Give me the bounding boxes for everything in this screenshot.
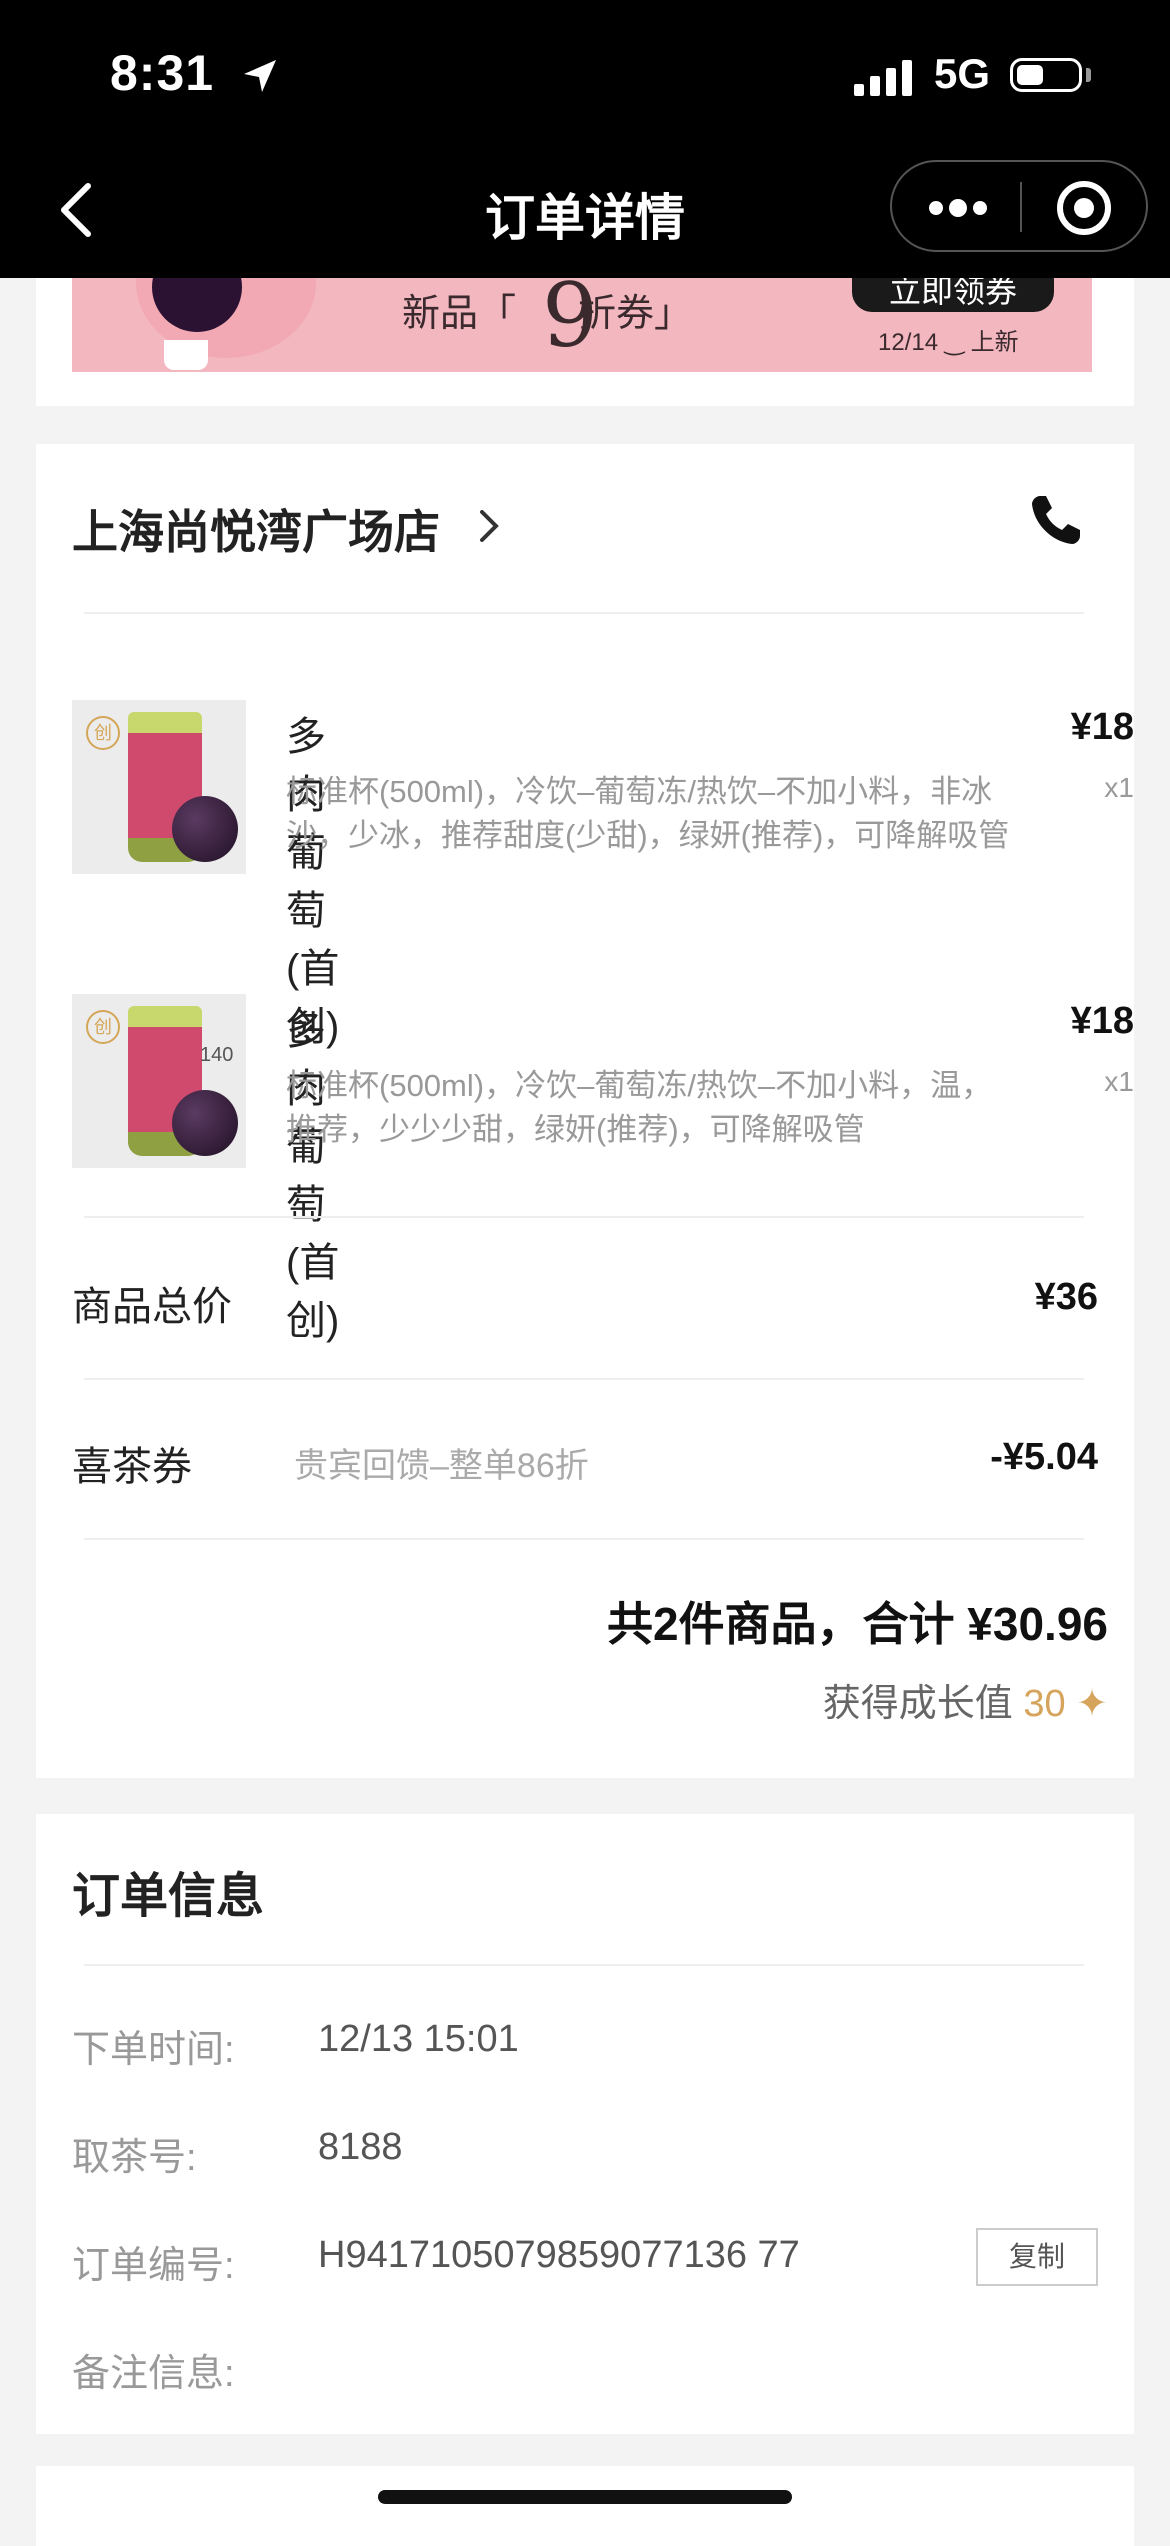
note-label: 备注信息:: [72, 2353, 235, 2395]
order-info-card: 订单信息 下单时间: 12/13 15:01 取茶号: 8188 订单编号: H…: [36, 1814, 1134, 2434]
divider: [84, 612, 1084, 614]
more-options-button[interactable]: [892, 162, 1020, 250]
store-name[interactable]: 上海尚悦湾广场店: [72, 496, 440, 562]
battery-icon: [1010, 58, 1082, 92]
phone-icon[interactable]: [1026, 490, 1086, 550]
battery-level: [1017, 65, 1043, 85]
divider: [84, 1538, 1084, 1540]
pickup-number-label: 取茶号:: [72, 2137, 197, 2179]
divider: [84, 1964, 1084, 1966]
growth-value: 30: [1023, 1683, 1066, 1725]
mini-program-capsule: [890, 160, 1148, 252]
copy-button[interactable]: 复制: [976, 2228, 1098, 2286]
home-indicator[interactable]: [378, 2490, 792, 2504]
status-time: 8:31: [110, 45, 215, 101]
grapes-image: [172, 1090, 238, 1156]
network-type: 5G: [934, 50, 991, 97]
growth-points: 获得成长值 30 ✦: [823, 1672, 1108, 1727]
next-card: [36, 2466, 1134, 2546]
coupon-label: 喜茶券: [72, 1445, 192, 1489]
pickup-number-value: 8188: [318, 2126, 403, 2168]
item-quantity: x1: [1104, 772, 1134, 803]
item-quantity: x1: [1104, 1066, 1134, 1097]
order-number-value: H9417105079859077136 77: [318, 2234, 800, 2276]
calorie-label: 140: [200, 1044, 234, 1066]
banner-date: 12/14 ‿ 上新: [878, 329, 1019, 356]
battery-cap: [1086, 68, 1091, 82]
divider: [84, 1216, 1084, 1218]
order-number-label: 订单编号:: [72, 2245, 235, 2287]
section-title: 订单信息: [72, 1870, 265, 1923]
coupon-value: -¥5.04: [990, 1436, 1098, 1478]
product-image: 创: [72, 700, 246, 874]
item-price: ¥18: [1070, 706, 1134, 748]
signal-icon: [854, 60, 912, 96]
item-price: ¥18: [1070, 1000, 1134, 1042]
order-total: 共2件商品，合计 ¥30.96: [606, 1598, 1108, 1650]
mascot-tooth: [164, 340, 208, 370]
promo-banner[interactable]: 新品「 折券」 9 立即领券 12/14 ‿ 上新: [72, 278, 1092, 372]
coupon-description: 贵宾回馈–整单86折: [294, 1447, 589, 1485]
location-arrow-icon: [244, 60, 276, 92]
subtotal-value: ¥36: [1034, 1276, 1098, 1318]
original-badge: 创: [86, 1010, 120, 1044]
subtotal-label: 商品总价: [72, 1285, 232, 1329]
sparkle-icon: ✦: [1076, 1683, 1108, 1725]
order-card: 上海尚悦湾广场店 创 多肉葡萄(首创) 标准杯(500ml)，冷饮–葡萄冻/热饮…: [36, 444, 1134, 1778]
claim-coupon-button[interactable]: 立即领券: [852, 278, 1054, 312]
close-mini-program-button[interactable]: [1022, 162, 1146, 250]
original-badge: 创: [86, 716, 120, 750]
grapes-image: [172, 796, 238, 862]
top-bar: 8:31 5G 订单详情: [0, 0, 1170, 278]
item-spec: 标准杯(500ml)，冷饮–葡萄冻/热饮–不加小料，非冰沙，少冰，推荐甜度(少甜…: [286, 774, 1010, 853]
divider: [84, 1378, 1084, 1380]
item-spec: 标准杯(500ml)，冷饮–葡萄冻/热饮–不加小料，温，推荐，少少少甜，绿妍(推…: [286, 1068, 993, 1147]
growth-label: 获得成长值: [822, 1683, 1013, 1725]
banner-text-left: 新品「: [402, 293, 517, 335]
banner-number: 9: [542, 278, 598, 367]
order-time-label: 下单时间:: [72, 2029, 235, 2071]
product-image: 创 140: [72, 994, 246, 1168]
item-name: 多肉葡萄(首创): [286, 1009, 340, 1343]
order-time-value: 12/13 15:01: [318, 2018, 519, 2060]
chevron-right-icon[interactable]: [476, 506, 502, 546]
